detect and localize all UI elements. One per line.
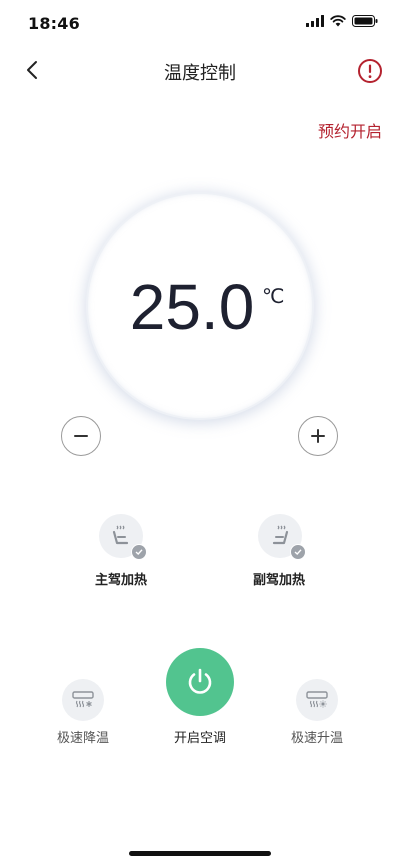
schedule-start-link[interactable]: 预约开启: [318, 118, 382, 142]
status-icons: [306, 15, 378, 27]
driver-heat-label: 主驾加热: [94, 573, 147, 588]
seat-heat-icon: [112, 525, 129, 545]
power-ac-label: 开启空调: [173, 731, 226, 746]
quick-heat-button[interactable]: [296, 679, 338, 721]
quick-heat-label: 极速升温: [290, 731, 343, 746]
decrease-temp-button[interactable]: [61, 416, 101, 456]
signal-icon: [306, 15, 324, 27]
temperature-display: 25.0: [0, 270, 400, 344]
info-icon: [358, 59, 382, 83]
increase-temp-button[interactable]: [298, 416, 338, 456]
temperature-unit: ℃: [262, 284, 285, 308]
temperature-value: 25.0: [129, 271, 255, 343]
wifi-icon: [330, 15, 346, 27]
check-icon: [131, 544, 147, 560]
minus-icon: [74, 435, 88, 437]
info-button[interactable]: [356, 57, 384, 85]
passenger-heat-label: 副驾加热: [252, 573, 305, 588]
home-indicator: [129, 851, 271, 856]
plus-icon: [311, 429, 325, 443]
passenger-seat-heat-button[interactable]: [258, 514, 306, 560]
check-icon: [290, 544, 306, 560]
driver-seat-heat-button[interactable]: [99, 514, 147, 560]
power-ac-button[interactable]: [166, 648, 234, 716]
ac-cool-icon: [72, 691, 94, 708]
quick-cool-label: 极速降温: [56, 731, 109, 746]
power-icon: [188, 668, 212, 694]
status-time: 18:46: [28, 14, 80, 33]
page-title: 温度控制: [164, 63, 236, 84]
seat-heat-icon: [272, 525, 289, 545]
quick-cool-button[interactable]: [62, 679, 104, 721]
battery-icon: [352, 15, 378, 27]
ac-heat-icon: [306, 691, 328, 708]
